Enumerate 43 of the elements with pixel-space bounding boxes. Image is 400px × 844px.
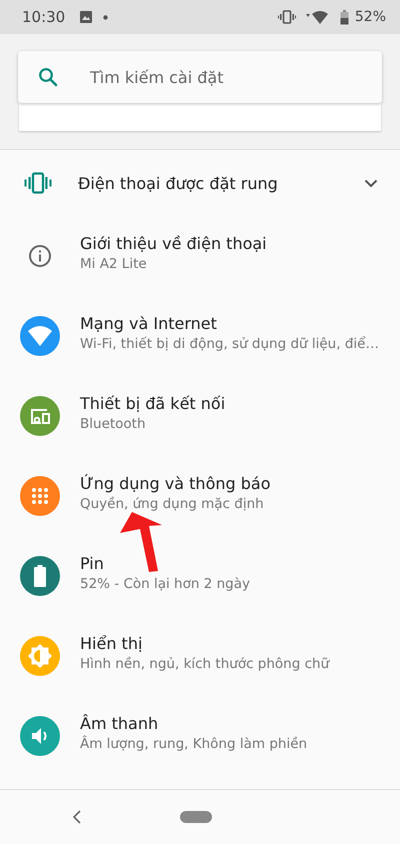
item-title: Ứng dụng và thông báo	[80, 474, 270, 493]
speaker-icon	[20, 716, 60, 756]
condition-title: Điện thoại được đặt rung	[78, 174, 279, 192]
battery-icon	[340, 10, 349, 24]
settings-item[interactable]: Mạng và Internet Wi-Fi, thiết bị di động, sử dụng dữ liệu, điể…	[0, 296, 400, 376]
vibrate-icon	[24, 172, 52, 194]
item-title: Mạng và Internet	[80, 314, 218, 333]
settings-item[interactable]: Thiết bị đã kết nối Bluetooth	[0, 376, 400, 456]
item-title: Giới thiệu về điện thoại	[80, 234, 267, 253]
info-icon	[28, 244, 52, 268]
brightness-icon	[20, 636, 60, 676]
settings-item[interactable]: Âm thanh Âm lượng, rung, Không làm phiền	[0, 696, 400, 776]
vibrate-icon	[278, 10, 296, 24]
item-title: Pin	[80, 554, 105, 573]
search-icon	[38, 67, 58, 87]
condition-row[interactable]: Điện thoại được đặt rung	[0, 150, 400, 216]
chevron-icon[interactable]	[364, 178, 378, 188]
home-pill-icon[interactable]	[180, 811, 212, 823]
wifi-icon	[20, 316, 60, 356]
item-subtitle: 52% - Còn lại hơn 2 ngày	[80, 576, 250, 592]
item-title: Hiển thị	[80, 634, 144, 653]
item-subtitle: Wi-Fi, thiết bị di động, sử dụng dữ liệu, điể…	[80, 336, 379, 352]
search-field[interactable]: Tìm kiếm cài đặt	[18, 51, 382, 103]
item-subtitle: Quyền, ứng dụng mặc định	[80, 496, 265, 512]
item-title: Âm thanh	[80, 714, 160, 733]
wifi-icon	[306, 10, 330, 24]
settings-item[interactable]: Hiển thị Hình nền, ngủ, kích thước phông chữ	[0, 616, 400, 696]
item-subtitle: Bluetooth	[80, 416, 147, 432]
item-subtitle: Âm lượng, rung, Không làm phiền	[80, 736, 308, 752]
item-subtitle: Hình nền, ngủ, kích thước phông chữ	[80, 656, 330, 672]
image-icon	[79, 10, 94, 24]
devices-icon	[20, 396, 60, 436]
settings-item[interactable]: Ứng dụng và thông báo Quyền, ứng dụng mặc định	[0, 456, 400, 536]
apps-icon	[20, 476, 60, 516]
battery-percent: 52%	[354, 9, 386, 25]
back-icon[interactable]	[72, 810, 82, 824]
settings-item[interactable]: Pin 52% - Còn lại hơn 2 ngày	[0, 536, 400, 616]
item-title: Thiết bị đã kết nối	[80, 394, 226, 413]
battery-icon	[20, 556, 60, 596]
settings-item[interactable]: Giới thiệu về điện thoại Mi A2 Lite	[0, 216, 400, 296]
clock: 10:30	[22, 8, 66, 26]
item-subtitle: Mi A2 Lite	[80, 256, 148, 272]
dot-icon	[103, 14, 108, 20]
